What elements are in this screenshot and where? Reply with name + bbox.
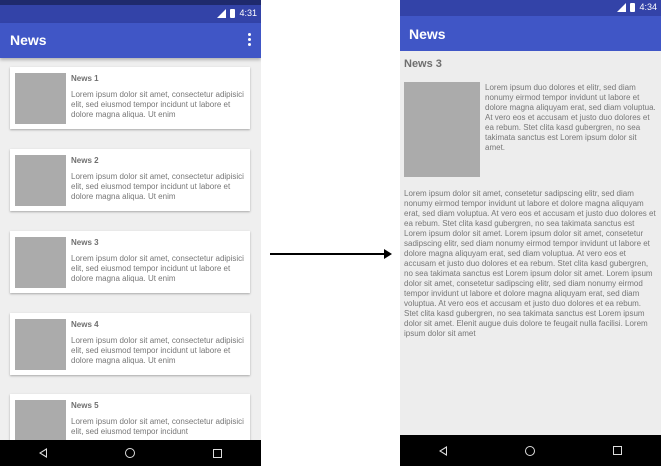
back-icon[interactable] [39,448,47,458]
news-title: News 5 [71,401,99,410]
overflow-menu-icon[interactable] [248,33,251,46]
recents-icon[interactable] [213,448,222,458]
news-thumbnail [15,319,66,370]
news-detail-screen: 4:34 News News 3 Lorem ipsum duo dolores… [400,0,661,466]
app-bar: News [0,23,261,58]
news-summary: Lorem ipsum dolor sit amet, consectetur … [71,254,244,283]
app-title: News [409,26,446,42]
news-thumbnail [15,73,66,124]
news-thumbnail [15,237,66,288]
home-icon[interactable] [125,448,135,458]
status-bar: 4:31 [0,0,261,23]
detail-title: News 3 [404,58,442,70]
news-summary: Lorem ipsum dolor sit amet, consectetur … [71,90,244,119]
detail-image [404,82,480,177]
status-bar: 4:34 [400,0,661,16]
app-bar: News [400,16,661,51]
app-title: News [10,32,47,48]
back-icon[interactable] [439,445,447,456]
signal-icon [217,8,227,18]
navigation-bar [400,435,661,466]
news-card[interactable]: News 2 Lorem ipsum dolor sit amet, conse… [10,149,250,211]
status-time: 4:34 [639,2,657,12]
news-list-screen: 4:31 News News 1 Lorem ipsum dolor sit a… [0,0,261,466]
news-summary: Lorem ipsum dolor sit amet, consectetur … [71,417,244,436]
detail-intro-text: Lorem ipsum duo dolores et elitr, sed di… [485,83,656,152]
battery-icon [630,2,636,12]
news-title: News 1 [71,74,99,83]
battery-icon [230,8,236,18]
news-card[interactable]: News 1 Lorem ipsum dolor sit amet, conse… [10,67,250,129]
home-icon[interactable] [525,445,535,456]
transition-arrow [270,249,392,259]
news-card[interactable]: News 3 Lorem ipsum dolor sit amet, conse… [10,231,250,293]
news-summary: Lorem ipsum dolor sit amet, consectetur … [71,336,244,365]
news-title: News 3 [71,238,99,247]
navigation-bar [0,440,261,466]
status-time: 4:31 [239,8,257,18]
news-summary: Lorem ipsum dolor sit amet, consectetur … [71,172,244,201]
news-title: News 4 [71,320,99,329]
detail-body-text: Lorem ipsum dolor sit amet, consetetur s… [404,189,656,338]
news-card[interactable]: News 4 Lorem ipsum dolor sit amet, conse… [10,313,250,375]
signal-icon [617,2,627,12]
news-title: News 2 [71,156,99,165]
recents-icon[interactable] [613,446,622,455]
news-thumbnail [15,155,66,206]
